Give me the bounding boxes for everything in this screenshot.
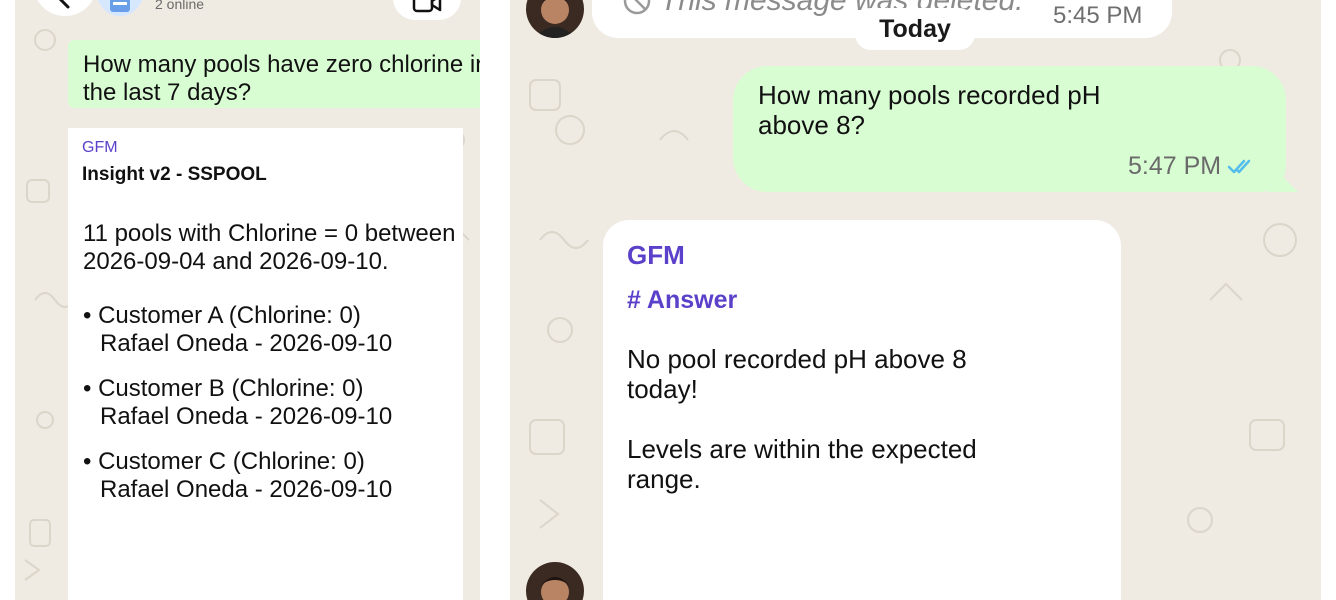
deleted-message-time: 5:45 PM: [1053, 2, 1143, 29]
list-item-title: • Customer B (Chlorine: 0): [83, 375, 364, 402]
list-item-title: • Customer A (Chlorine: 0): [83, 302, 361, 329]
list-item-detail: Rafael Oneda - 2026-09-10: [100, 476, 393, 503]
list-item-detail: Rafael Oneda - 2026-09-10: [100, 403, 393, 430]
date-divider: Today: [855, 8, 975, 50]
list-item: • Customer A (Chlorine: 0) Rafael Oneda …: [83, 302, 480, 358]
answer-summary: 11 pools with Chlorine = 0 between 2026-…: [83, 220, 456, 275]
online-status: 2 online: [155, 0, 205, 12]
outgoing-message-text: How many pools have zero chlorine in the…: [83, 51, 480, 106]
outgoing-message-bubble[interactable]: How many pools recorded pH above 8? 5:47…: [733, 66, 1298, 192]
answer-paragraph: Levels are within the expected range.: [627, 434, 977, 494]
group-avatar-icon: [110, 0, 130, 12]
outgoing-message-bubble[interactable]: How many pools have zero chlorine in the…: [68, 40, 480, 108]
back-arrow-icon: [58, 0, 70, 9]
answer-paragraph: No pool recorded pH above 8 today!: [627, 344, 967, 404]
ban-icon: [623, 0, 651, 15]
incoming-message-bubble[interactable]: GFM # Answer No pool recorded pH above 8…: [603, 220, 1121, 600]
video-call-icon: [412, 0, 442, 13]
left-chat-panel: 2 online How many pools have zero chlori…: [15, 0, 480, 600]
double-check-icon: [1227, 159, 1251, 174]
list-item: • Customer B (Chlorine: 0) Rafael Oneda …: [83, 375, 480, 431]
sender-name: GFM: [82, 139, 118, 156]
bot-title: Insight v2 - SSPOOL: [82, 164, 267, 185]
list-item-detail: Rafael Oneda - 2026-09-10: [100, 330, 393, 357]
incoming-message-bubble[interactable]: GFM Insight v2 - SSPOOL 11 pools with Ch…: [68, 128, 463, 600]
bubble-tail: [1268, 162, 1298, 192]
answer-heading: # Answer: [627, 286, 738, 314]
message-time: 5:47 PM: [1128, 152, 1222, 180]
list-item-title: • Customer C (Chlorine: 0): [83, 448, 365, 475]
outgoing-message-text: How many pools recorded pH above 8?: [758, 80, 1101, 140]
right-chat-panel: This message was deleted. 5:45 PM Today …: [510, 0, 1321, 600]
list-item: • Customer C (Chlorine: 0) Rafael Oneda …: [83, 448, 480, 504]
sender-name: GFM: [627, 240, 685, 270]
